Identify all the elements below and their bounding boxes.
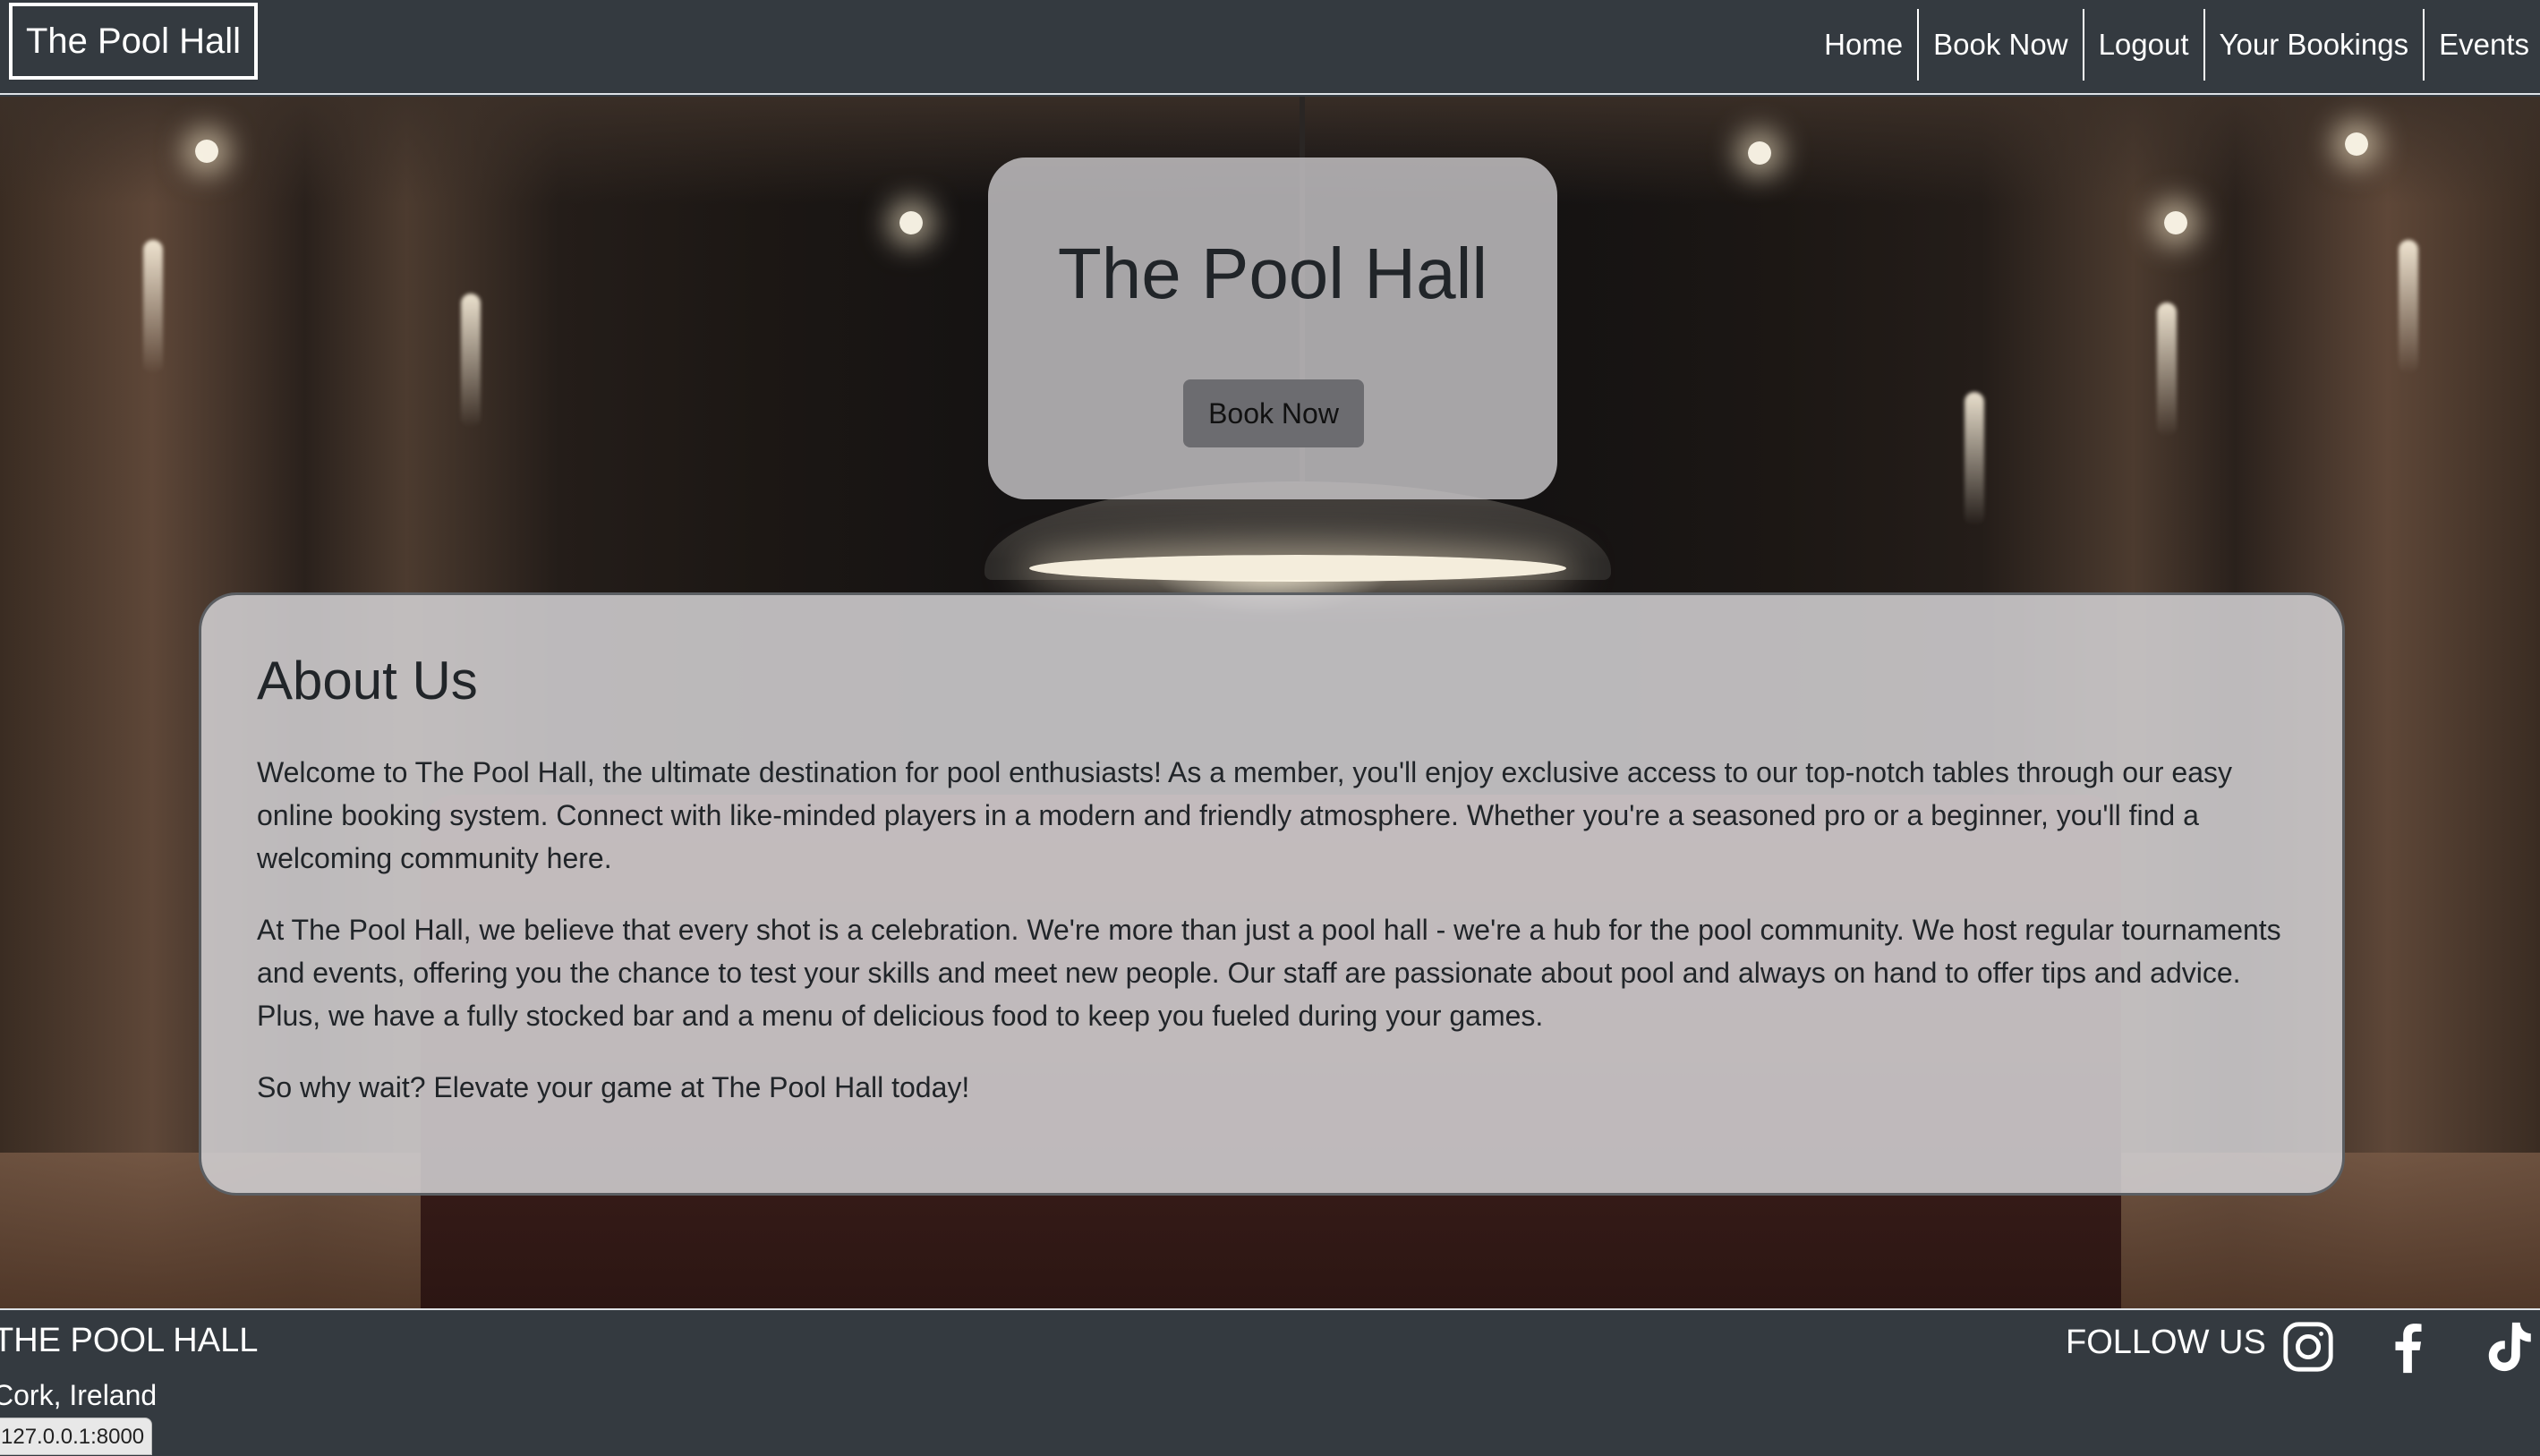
navbar: The Pool Hall Home Book Now Logout Your … [0, 0, 2540, 95]
nav-link-your-bookings[interactable]: Your Bookings [2205, 9, 2425, 81]
about-card: About Us Welcome to The Pool Hall, the u… [199, 592, 2345, 1196]
wall-light [1965, 392, 1984, 526]
footer-location: Cork, Ireland [0, 1379, 158, 1411]
nav-link-events[interactable]: Events [2425, 9, 2540, 81]
instagram-icon[interactable] [2280, 1319, 2336, 1375]
wall-light [143, 240, 163, 374]
hero-title: The Pool Hall [1057, 234, 1488, 313]
lamp-glow [1029, 555, 1566, 582]
tiktok-icon[interactable] [2483, 1319, 2538, 1375]
facebook-icon[interactable] [2381, 1319, 2436, 1375]
follow-us-label: FOLLOW US [2066, 1324, 2266, 1361]
nav-link-logout[interactable]: Logout [2084, 9, 2205, 81]
wall-light [2157, 302, 2177, 437]
footer-name: THE POOL HALL [0, 1322, 259, 1359]
ceiling-light [2164, 211, 2187, 234]
about-title: About Us [257, 651, 478, 711]
about-paragraph: So why wait? Elevate your game at The Po… [257, 1071, 970, 1103]
wall-light [461, 294, 481, 428]
book-now-button[interactable]: Book Now [1183, 379, 1364, 447]
nav-links: Home Book Now Logout Your Bookings Event… [1810, 9, 2540, 81]
nav-link-home[interactable]: Home [1810, 9, 1920, 81]
ceiling-light [195, 140, 218, 163]
ceiling-light [2345, 132, 2368, 156]
status-bar-url: 127.0.0.1:8000 [0, 1418, 153, 1455]
about-paragraph: Welcome to The Pool Hall, the ultimate d… [257, 756, 2232, 874]
ceiling-light [899, 211, 923, 234]
brand-link[interactable]: The Pool Hall [9, 3, 258, 80]
ceiling-light [1748, 141, 1771, 165]
footer: THE POOL HALL Cork, Ireland FOLLOW US 12… [0, 1308, 2540, 1455]
about-paragraph: At The Pool Hall, we believe that every … [257, 914, 2281, 1032]
wall-light [2399, 240, 2418, 374]
hero-card: The Pool Hall Book Now [988, 158, 1557, 499]
nav-link-book-now[interactable]: Book Now [1919, 9, 2084, 81]
